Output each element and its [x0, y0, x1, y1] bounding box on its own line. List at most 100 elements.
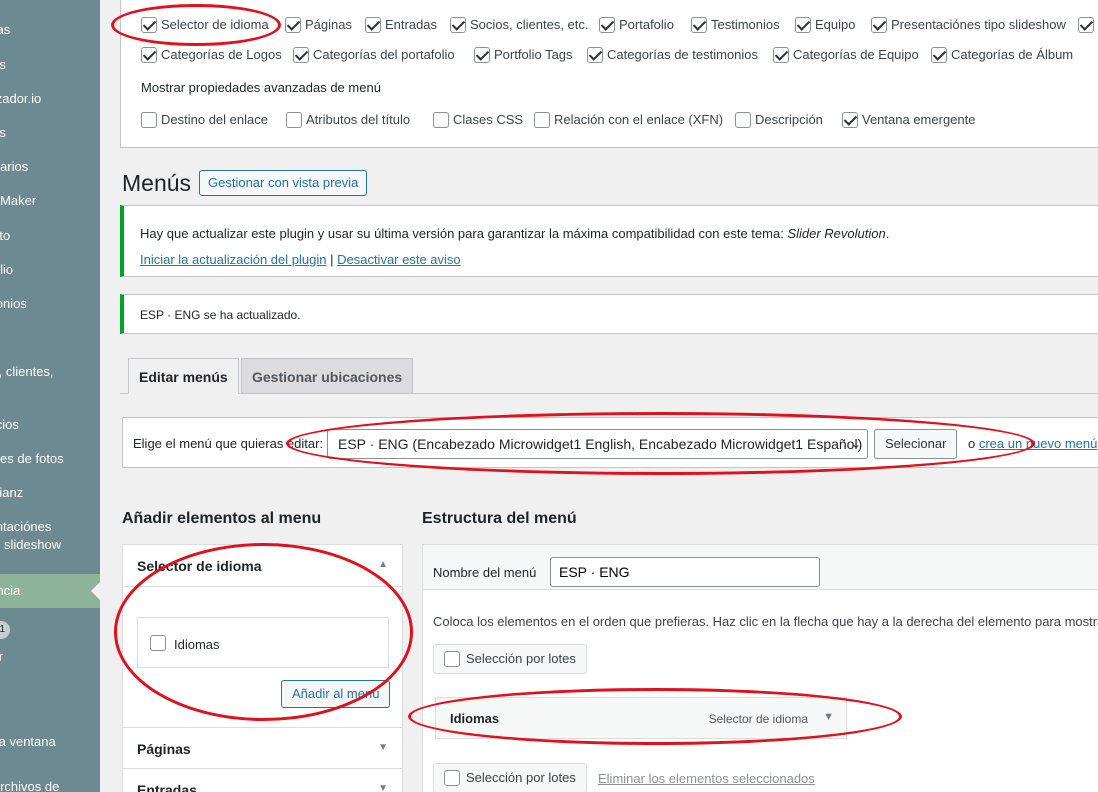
arrow-up-icon[interactable]: ▲: [378, 559, 388, 570]
update-plugin-link[interactable]: Iniciar la actualización del plugin: [140, 252, 326, 267]
checkbox[interactable]: [735, 111, 751, 128]
checkbox[interactable]: [141, 16, 157, 33]
option-selector-idioma[interactable]: Selector de idioma: [141, 16, 269, 33]
sidebar-item-cerrar-ventana[interactable]: le la ventana: [0, 733, 82, 751]
arrow-down-icon[interactable]: ▼: [378, 742, 388, 753]
sidebar-item-socios[interactable]: ios, clientes,: [0, 363, 82, 381]
checkbox[interactable]: [141, 111, 157, 128]
checkbox[interactable]: [534, 111, 550, 128]
sidebar-item-contacto[interactable]: tacto: [0, 227, 82, 245]
screen-options-panel: Selector de idioma Páginas Entradas Soci…: [120, 0, 1098, 148]
idiomas-checkbox[interactable]: [150, 635, 166, 651]
manage-with-preview-button[interactable]: Gestionar con vista previa: [199, 170, 368, 196]
option-categorias-logos[interactable]: Categorías de Logos: [141, 46, 282, 63]
sidebar-item-medios[interactable]: dios: [0, 56, 82, 74]
arrow-down-icon[interactable]: ▼: [823, 711, 834, 723]
option-testimonios[interactable]: Testimonios: [691, 16, 780, 33]
select-menu-button[interactable]: Selecionar: [874, 429, 958, 459]
option-destino-enlace[interactable]: Destino del enlace: [141, 111, 268, 128]
checkbox[interactable]: [871, 16, 887, 33]
option-equipo[interactable]: Equipo: [795, 16, 855, 33]
option-descripcion[interactable]: Descripción: [735, 111, 823, 128]
bulk-select-bottom[interactable]: Selección por lotes: [433, 763, 587, 792]
sidebar-item-apariencia[interactable]: riencia: [0, 582, 82, 600]
checkbox[interactable]: [365, 16, 381, 33]
menu-name-input[interactable]: [550, 557, 820, 587]
checkbox[interactable]: [1078, 16, 1094, 33]
checkbox[interactable]: [795, 16, 811, 33]
plugin-update-notice: Hay que actualizar este plugin y usar su…: [120, 205, 1098, 277]
checkbox[interactable]: [141, 46, 157, 63]
checkbox[interactable]: [931, 46, 947, 63]
option-categorias-testimonios[interactable]: Categorías de testimonios: [587, 46, 758, 63]
select-menu-label: Elige el menú que quieras editar:: [133, 436, 324, 451]
option-cutoff[interactable]: [1078, 16, 1098, 33]
option-relacion-xfn[interactable]: Relación con el enlace (XFN): [534, 111, 723, 128]
add-items-accordion: Selector de idioma ▲ Idiomas Añadir al m…: [122, 544, 403, 792]
add-items-heading: Añadir elementos al menu: [122, 510, 322, 527]
checkbox[interactable]: [433, 111, 449, 128]
checkbox[interactable]: [444, 650, 460, 667]
option-socios[interactable]: Socios, clientes, etc.: [450, 16, 589, 33]
sidebar-item-testimonios[interactable]: imonios: [0, 295, 82, 313]
menu-item-idiomas[interactable]: Idiomas Selector de idioma ▼: [435, 697, 847, 739]
sidebar-item-complianz[interactable]: nplianz: [0, 484, 82, 502]
section-selector-idioma[interactable]: Selector de idioma ▲: [123, 545, 402, 587]
checkbox[interactable]: [450, 16, 466, 33]
sidebar-item-presentaciones-line2: slideshow: [4, 537, 62, 552]
tab-manage-locations[interactable]: Gestionar ubicaciones: [241, 358, 414, 394]
option-clases-css[interactable]: Clases CSS: [433, 111, 523, 128]
checkbox[interactable]: [691, 16, 707, 33]
option-ventana-emergente[interactable]: Ventana emergente: [842, 111, 975, 128]
menu-structure-heading: Estructura del menú: [422, 510, 577, 527]
arrow-down-icon[interactable]: ▼: [378, 783, 388, 792]
checkbox[interactable]: [587, 46, 603, 63]
create-menu-text: o crea un nuevo menú.: [968, 436, 1098, 451]
option-categorias-portafolio[interactable]: Categorías del portafolio: [293, 46, 455, 63]
sidebar-item-portafolio[interactable]: afolio: [0, 261, 82, 279]
sidebar-item-optimizador[interactable]: mizador.io: [0, 90, 82, 108]
sidebar-item-popup-maker[interactable]: up Maker: [0, 192, 82, 210]
dismiss-notice-link[interactable]: Desactivar este aviso: [337, 252, 461, 267]
create-new-menu-link[interactable]: crea un nuevo menú: [979, 436, 1098, 451]
advanced-properties-heading: Mostrar propiedades avanzadas de menú: [141, 80, 381, 95]
update-count-badge: 1: [0, 621, 10, 639]
chevron-down-icon: ⌄: [850, 437, 861, 451]
section-entradas[interactable]: Entradas ▼: [123, 769, 402, 792]
checkbox[interactable]: [842, 111, 858, 128]
option-portfolio-tags[interactable]: Portfolio Tags: [474, 46, 573, 63]
option-presentaciones[interactable]: Presentaciónes tipo slideshow: [871, 16, 1066, 33]
sidebar-item-paginas[interactable]: inas: [0, 124, 82, 142]
select-menu-bar: Elige el menú que quieras editar: ESP · …: [122, 417, 1098, 468]
sidebar-item-archivos[interactable]: e archivos de: [0, 778, 82, 792]
checkbox[interactable]: [773, 46, 789, 63]
section-paginas[interactable]: Páginas ▼: [123, 727, 402, 769]
option-atributos-titulo[interactable]: Atributos del título: [286, 111, 410, 128]
checkbox[interactable]: [444, 769, 460, 786]
delete-selected-link[interactable]: Eliminar los elementos seleccionados: [598, 771, 815, 786]
sidebar-item-actualizar[interactable]: izar: [0, 648, 82, 666]
bulk-select-top[interactable]: Selección por lotes: [433, 644, 587, 674]
notice-saved-text: ESP · ENG se ha actualizado.: [140, 308, 301, 322]
option-categorias-album[interactable]: Categorías de Álbum: [931, 46, 1073, 63]
sidebar-item-entradas[interactable]: adas: [0, 21, 82, 39]
sidebar-item-presentaciones[interactable]: sentaciónes: [0, 518, 82, 536]
sidebar-item-comentarios[interactable]: entarios: [0, 158, 82, 176]
sidebar-item-equipo[interactable]: ipo: [0, 329, 82, 347]
checkbox[interactable]: [285, 16, 301, 33]
option-portafolio[interactable]: Portafolio: [599, 16, 674, 33]
tab-edit-menus[interactable]: Editar menús: [128, 358, 239, 394]
add-to-menu-button[interactable]: Añadir al menú: [281, 680, 391, 708]
option-categorias-equipo[interactable]: Categorías de Equipo: [773, 46, 919, 63]
menu-select-dropdown[interactable]: ESP · ENG (Encabezado Microwidget1 Engli…: [327, 429, 868, 459]
checkbox[interactable]: [293, 46, 309, 63]
option-entradas[interactable]: Entradas: [365, 16, 437, 33]
checkbox[interactable]: [599, 16, 615, 33]
page-title: Menús: [122, 170, 192, 196]
sidebar-item-beneficios[interactable]: eficios: [0, 416, 82, 434]
option-paginas[interactable]: Páginas: [285, 16, 352, 33]
checkbox[interactable]: [474, 46, 490, 63]
sidebar-item-cerrar-ventana-line2: nte: [0, 751, 82, 769]
checkbox[interactable]: [286, 111, 302, 128]
sidebar-item-albumes[interactable]: umes de fotos: [0, 450, 82, 468]
